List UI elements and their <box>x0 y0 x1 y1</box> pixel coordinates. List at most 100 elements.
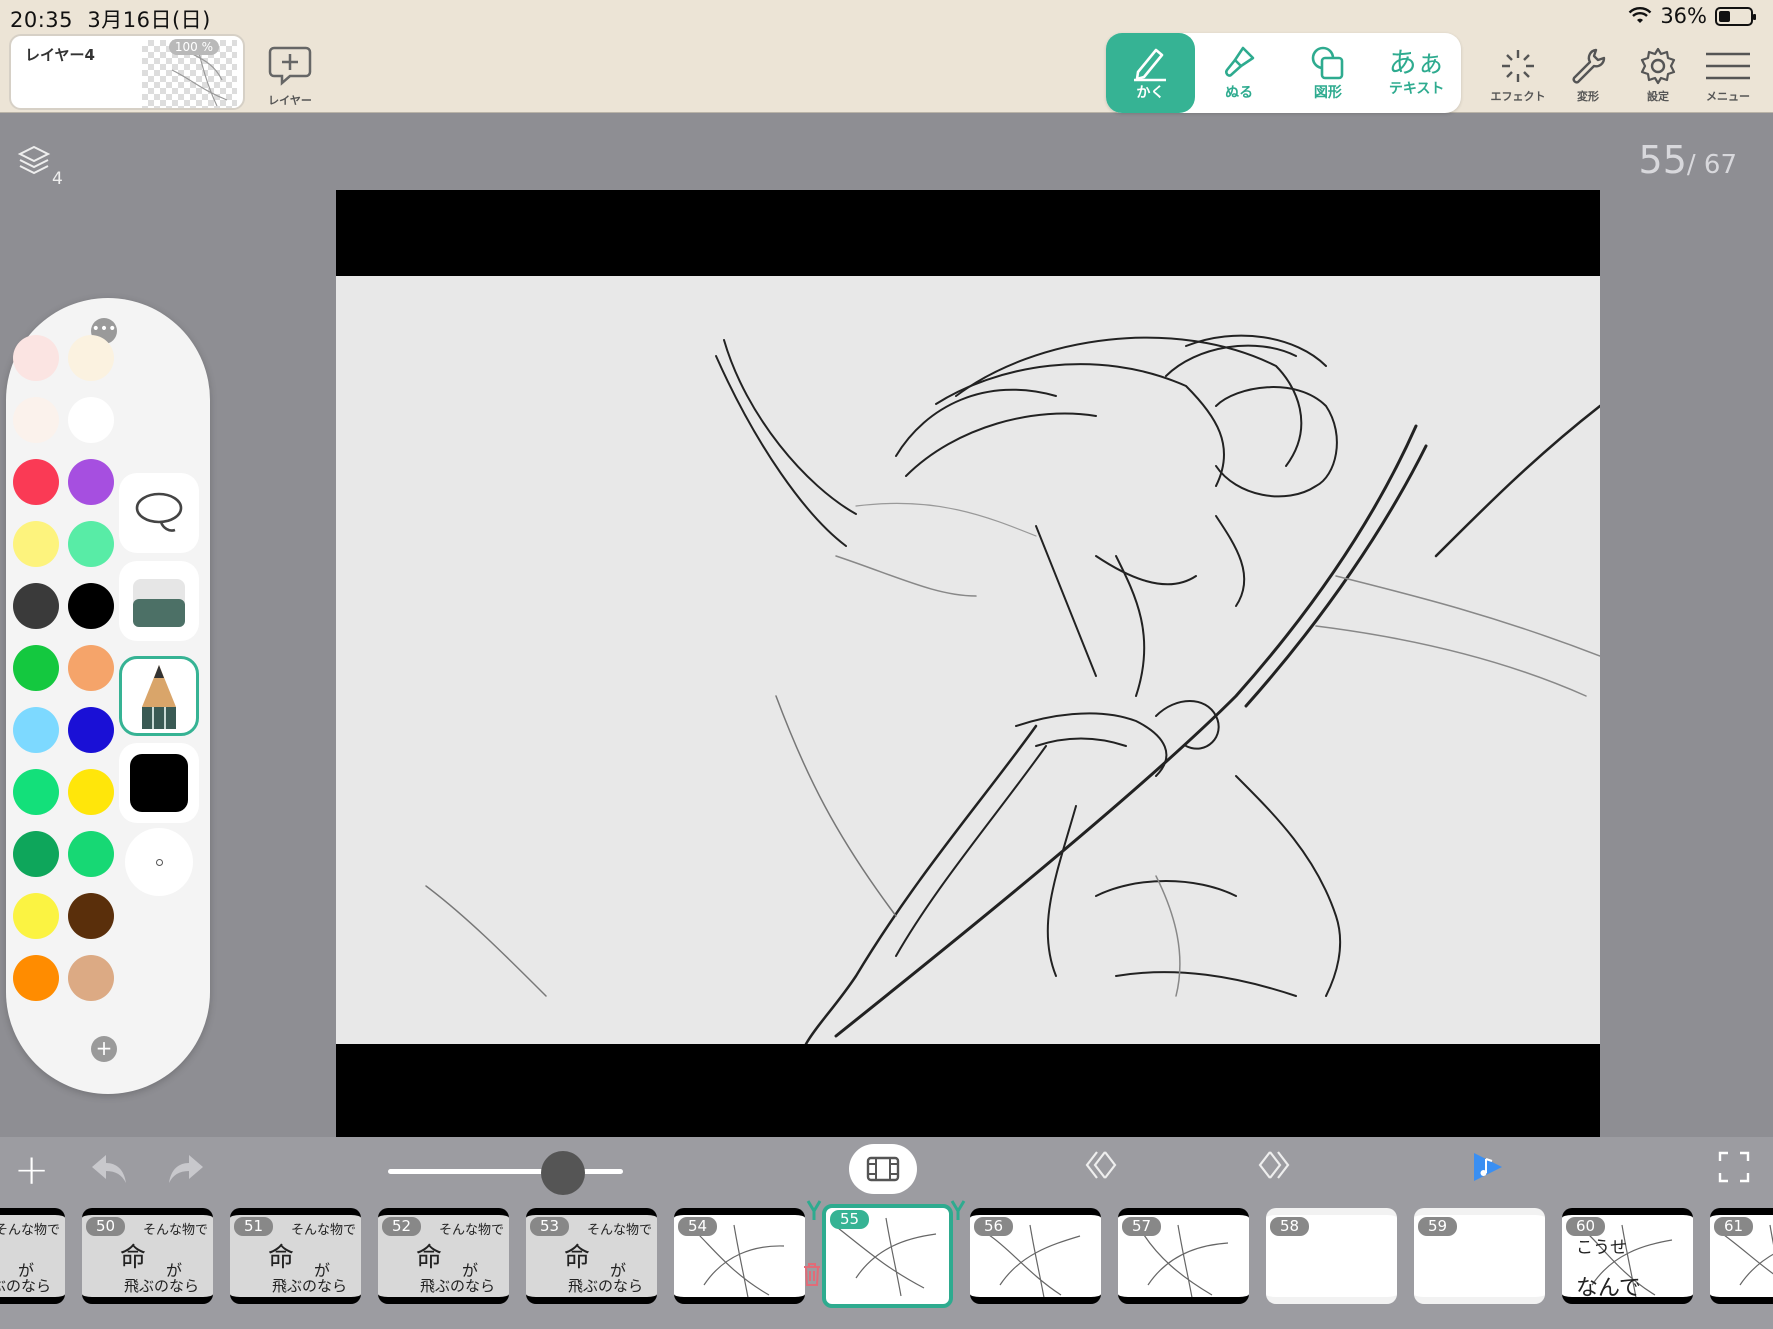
effect-button[interactable]: エフェクト <box>1490 46 1546 104</box>
timeline-view-button[interactable] <box>849 1144 917 1194</box>
frame-thumbnail[interactable]: 57 <box>1118 1208 1249 1304</box>
slider-knob[interactable] <box>541 1151 585 1195</box>
drawing-canvas[interactable] <box>336 190 1600 1137</box>
color-swatch[interactable] <box>68 707 114 753</box>
eraser-tool-button[interactable] <box>119 561 199 641</box>
timeline-bar: + そんな物で命 <box>0 1137 1773 1329</box>
color-palette: ••• + <box>6 298 210 1094</box>
frame-text-line: そんな物で <box>438 1223 504 1238</box>
undo-button[interactable] <box>88 1149 130 1193</box>
frame-thumbnail[interactable]: 50 そんな物で命が飛ぶのなら <box>82 1208 213 1304</box>
color-swatch[interactable] <box>13 893 59 939</box>
fullscreen-button[interactable] <box>1718 1151 1750 1187</box>
onion-marker-icon[interactable] <box>806 1199 822 1221</box>
lasso-icon <box>135 492 183 532</box>
battery-icon <box>1715 6 1756 26</box>
color-swatch[interactable] <box>68 521 114 567</box>
frame-thumbnail[interactable]: 61 <box>1710 1208 1773 1304</box>
frame-number: 53 <box>530 1217 570 1236</box>
redo-button[interactable] <box>165 1149 207 1193</box>
frame-thumbnail[interactable]: そんな物で命が飛ぶのなら <box>0 1208 65 1304</box>
color-swatch[interactable] <box>13 769 59 815</box>
add-layer-button[interactable]: レイヤー <box>262 44 318 108</box>
color-swatch[interactable] <box>13 955 59 1001</box>
frame-thumbnail[interactable]: 58 <box>1266 1208 1397 1304</box>
color-swatch[interactable] <box>68 645 114 691</box>
frame-text-line: なんで <box>1576 1276 1641 1301</box>
color-swatch[interactable] <box>68 955 114 1001</box>
frame-text-line: 命 <box>416 1243 443 1273</box>
play-button[interactable] <box>1470 1149 1504 1189</box>
transform-button[interactable]: 変形 <box>1560 46 1616 104</box>
add-color-button[interactable]: + <box>91 1036 117 1062</box>
color-swatch[interactable] <box>13 397 59 443</box>
current-color-swatch <box>130 754 188 812</box>
current-page: 55 <box>1638 138 1687 182</box>
current-color-button[interactable] <box>119 743 199 823</box>
tool-fill[interactable]: ぬる <box>1195 33 1284 113</box>
undo-icon <box>92 1155 126 1183</box>
frame-number: 52 <box>382 1217 422 1236</box>
layers-button[interactable]: 4 <box>16 143 66 189</box>
delete-frame-icon[interactable] <box>802 1261 822 1287</box>
menu-button[interactable]: メニュー <box>1700 46 1756 104</box>
brush-size-button[interactable] <box>125 828 193 896</box>
frame-text: こうせ なんで <box>1576 1233 1641 1301</box>
frame-thumbnail[interactable]: 54 <box>674 1208 805 1304</box>
gear-icon <box>1640 47 1676 85</box>
settings-button[interactable]: 設定 <box>1630 46 1686 104</box>
frame-thumbnail[interactable]: 52 そんな物で命が飛ぶのなら <box>378 1208 509 1304</box>
pencil-tool-button[interactable] <box>119 656 199 736</box>
tool-draw[interactable]: かく <box>1106 33 1195 113</box>
pencil-icon <box>1134 48 1167 82</box>
sparkle-icon <box>1502 50 1534 82</box>
add-frame-button[interactable]: + <box>14 1149 49 1191</box>
color-swatch[interactable] <box>68 459 114 505</box>
tool-text[interactable]: あぁ テキスト <box>1372 33 1461 113</box>
frame-number: 57 <box>1122 1217 1162 1236</box>
right-toolbar: エフェクト 変形 設定 メニュー <box>1490 46 1756 104</box>
page-counter: 55/ 67 <box>1639 138 1737 182</box>
frame-text-line: 命 <box>120 1243 147 1273</box>
color-swatch[interactable] <box>13 335 59 381</box>
menu-label: メニュー <box>1706 90 1750 103</box>
frame-thumbnail[interactable]: 55 <box>822 1204 953 1308</box>
color-swatch[interactable] <box>68 893 114 939</box>
frame-text-line: 命 <box>268 1243 295 1273</box>
frame-thumbnail[interactable]: 56 <box>970 1208 1101 1304</box>
color-swatch[interactable] <box>68 583 114 629</box>
frame-thumbnail[interactable]: 51 そんな物で命が飛ぶのなら <box>230 1208 361 1304</box>
transform-label: 変形 <box>1577 90 1599 103</box>
frame-number: 56 <box>974 1217 1014 1236</box>
color-swatch[interactable] <box>13 707 59 753</box>
color-swatch[interactable] <box>13 583 59 629</box>
frame-thumbnail[interactable]: 53 そんな物で命が飛ぶのなら <box>526 1208 657 1304</box>
add-layer-icon <box>268 46 312 86</box>
frame-text-line: 飛ぶのなら <box>0 1277 52 1295</box>
frame-thumbnail[interactable]: 60 こうせ なんで <box>1562 1208 1693 1304</box>
frame-text-line: そんな物で <box>142 1223 208 1238</box>
onion-skin-slider[interactable] <box>388 1169 623 1174</box>
frame-thumbnail[interactable]: 59 <box>1414 1208 1545 1304</box>
color-swatch[interactable] <box>68 397 114 443</box>
previous-frame-button[interactable] <box>1083 1148 1117 1186</box>
onion-marker-icon[interactable] <box>950 1199 966 1221</box>
color-swatch[interactable] <box>13 645 59 691</box>
current-layer-chip[interactable]: レイヤー4 100 % <box>9 34 245 110</box>
color-swatch[interactable] <box>68 769 114 815</box>
color-swatch[interactable] <box>68 335 114 381</box>
tool-shape[interactable]: 図形 <box>1284 33 1373 113</box>
color-swatch[interactable] <box>13 521 59 567</box>
paint-brush-icon <box>1225 46 1255 77</box>
tool-fill-label: ぬる <box>1225 85 1254 101</box>
color-swatch[interactable] <box>13 831 59 877</box>
status-date: 3月16日(日) <box>87 8 211 32</box>
canvas-paper[interactable] <box>336 276 1600 1044</box>
next-frame-button[interactable] <box>1258 1148 1292 1186</box>
total-pages: / 67 <box>1686 150 1737 180</box>
color-swatch[interactable] <box>68 831 114 877</box>
lasso-tool-button[interactable] <box>119 473 199 553</box>
tool-shape-label: 図形 <box>1313 85 1342 101</box>
color-swatch[interactable] <box>13 459 59 505</box>
layers-icon <box>17 145 51 175</box>
